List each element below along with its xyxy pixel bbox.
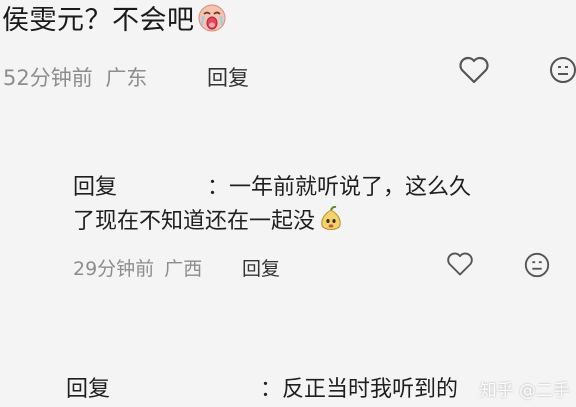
redacted-username [117, 178, 207, 196]
reply-button[interactable]: 回复 [207, 62, 249, 92]
watermark: 知乎 @二手 [479, 381, 570, 401]
comment-text: 侯雯元？不会吧 [2, 3, 227, 38]
separator: ： [260, 377, 283, 402]
redacted-username [110, 380, 260, 398]
pear-character-emoji-icon [318, 206, 344, 234]
reply-text: 反正当时我听到的 [282, 377, 459, 402]
smiley-outline-icon[interactable] [523, 251, 551, 279]
separator: ： [207, 175, 230, 200]
crying-face-emoji-icon [197, 3, 227, 33]
reply-meta: 29分钟前 广西 [73, 254, 202, 281]
heart-outline-icon[interactable] [457, 54, 491, 86]
comment-body: 侯雯元？不会吧 [2, 5, 195, 36]
heart-outline-icon[interactable] [445, 250, 475, 278]
reply-line-2: 了现在不知道还在一起没 [73, 205, 344, 239]
reply-line-1: 回复 ：一年前就听说了，这么久 [73, 171, 471, 205]
smiley-outline-icon[interactable] [548, 55, 576, 85]
timestamp: 29分钟前 [73, 258, 155, 280]
comment-meta: 52分钟前 广东 [3, 62, 147, 92]
reply-prefix: 回复 [66, 377, 111, 402]
reply-button[interactable]: 回复 [242, 254, 280, 281]
reply-prefix: 回复 [73, 175, 118, 200]
location: 广西 [164, 258, 203, 280]
reply-line-3: 回复 ：反正当时我听到的 [66, 373, 458, 407]
reply-text-continued: 了现在不知道还在一起没 [73, 209, 316, 234]
reply-text: 一年前就听说了，这么久 [229, 175, 472, 200]
location: 广东 [105, 66, 148, 90]
timestamp: 52分钟前 [3, 66, 93, 90]
